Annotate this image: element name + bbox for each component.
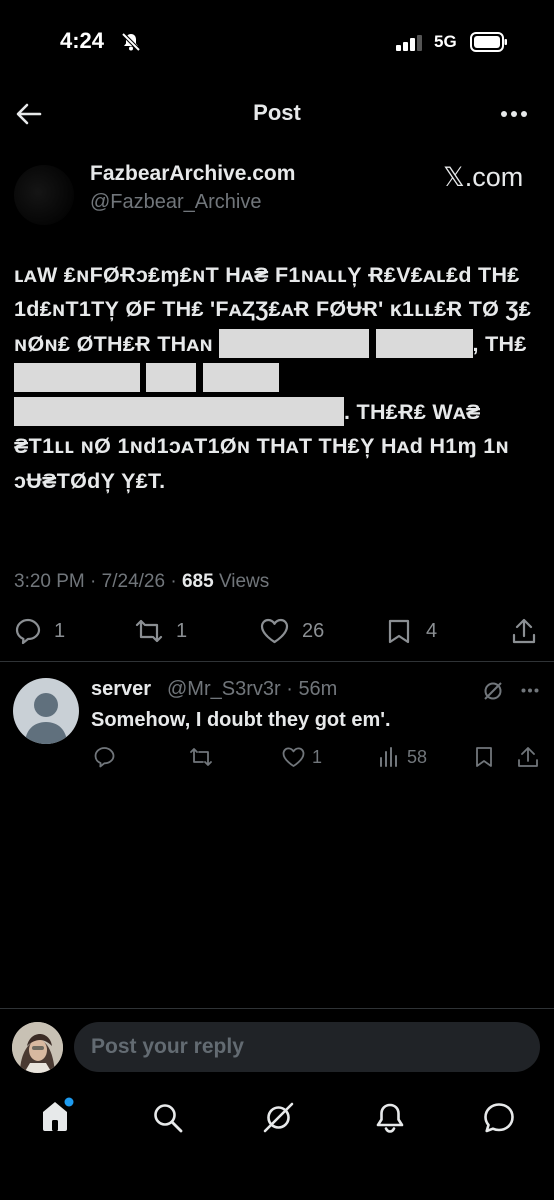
search-icon[interactable]: [152, 1102, 184, 1134]
bookmark-icon: [388, 619, 410, 644]
user-avatar[interactable]: [12, 1022, 63, 1073]
reply-views-count: 58: [407, 746, 428, 767]
reply-views-action[interactable]: 58: [378, 746, 427, 768]
reply-action[interactable]: 1: [14, 617, 65, 645]
divider: [0, 661, 554, 662]
source-label: 𝕏.com: [443, 162, 524, 192]
reply-more-icon[interactable]: [521, 688, 539, 693]
views-label: Views: [218, 571, 270, 592]
author-name[interactable]: FazbearArchive.com: [90, 162, 295, 186]
repost-icon: [135, 619, 163, 643]
default-avatar-icon: [25, 693, 67, 744]
reply-name[interactable]: server: [91, 678, 151, 701]
share-icon[interactable]: [511, 617, 537, 645]
views-icon: [380, 747, 397, 767]
grok-nav-icon[interactable]: [262, 1101, 295, 1134]
bookmark-count: 4: [426, 619, 438, 642]
reply-avatar[interactable]: [13, 678, 79, 744]
page-title: Post: [253, 100, 301, 125]
status-time: 4:24: [60, 28, 105, 53]
reply-input[interactable]: Post your reply: [74, 1022, 540, 1072]
redaction-bar: [14, 362, 140, 392]
silent-bell-icon: [120, 31, 142, 53]
battery-icon: [470, 32, 508, 52]
like-action[interactable]: 26: [259, 617, 324, 645]
repost-action[interactable]: 1: [134, 617, 187, 645]
reply-age: 56m: [298, 678, 338, 700]
author-avatar[interactable]: [14, 165, 74, 225]
reply-text: Somehow, I doubt they got em'.: [91, 709, 391, 731]
bookmark-action[interactable]: 4: [386, 617, 437, 645]
redaction-bar: [146, 362, 197, 392]
redaction-bar: [219, 328, 370, 358]
network-type: 5G: [434, 32, 457, 51]
post-date: 7/24/26: [101, 571, 166, 592]
home-icon[interactable]: [40, 1096, 74, 1134]
reply-bookmark-icon[interactable]: [473, 746, 495, 768]
post-text-part-3: TH₤: [485, 331, 527, 356]
views-count: 685: [181, 571, 214, 592]
heart-icon: [260, 618, 289, 644]
post-meta: 3:20 PM · 7/24/26 · 685 Views: [14, 571, 270, 592]
redaction-bar: [202, 362, 279, 392]
reply-reply-icon[interactable]: [93, 746, 116, 768]
post-time: 3:20 PM: [14, 571, 85, 592]
messages-icon[interactable]: [482, 1101, 516, 1135]
divider: [0, 1008, 554, 1009]
reply-icon: [15, 618, 41, 645]
post-text-part-2: ,: [472, 331, 479, 356]
reply-handle-meta[interactable]: @Mr_S3rv3r · 56m: [167, 678, 337, 701]
cellular-signal-icon: [396, 35, 426, 51]
grok-icon[interactable]: [482, 680, 504, 702]
reply-repost-icon[interactable]: [189, 746, 213, 768]
repost-count: 1: [176, 619, 188, 642]
post-text: ʟᴀW ₤ɴFØɌɔ₤ɱ₤ɴT Hᴀ₴ F1ɴᴀʟʟY̦ Ɍ₤V₤ᴀʟ₤d TH…: [14, 258, 542, 498]
user-avatar-art: [12, 1022, 63, 1073]
reply-like-action[interactable]: 1: [281, 746, 322, 768]
reply-heart-icon: [282, 747, 305, 767]
redaction-bar: [375, 328, 473, 358]
more-options-icon[interactable]: [500, 110, 528, 118]
reply-count: 1: [54, 619, 66, 642]
redaction-bar: [14, 397, 344, 427]
like-count: 26: [302, 619, 325, 642]
reply-share-icon[interactable]: [517, 746, 539, 768]
notifications-icon[interactable]: [374, 1101, 406, 1135]
reply-like-count: 1: [312, 746, 323, 767]
author-handle[interactable]: @Fazbear_Archive: [90, 191, 261, 214]
reply-handle: @Mr_S3rv3r: [167, 678, 281, 700]
